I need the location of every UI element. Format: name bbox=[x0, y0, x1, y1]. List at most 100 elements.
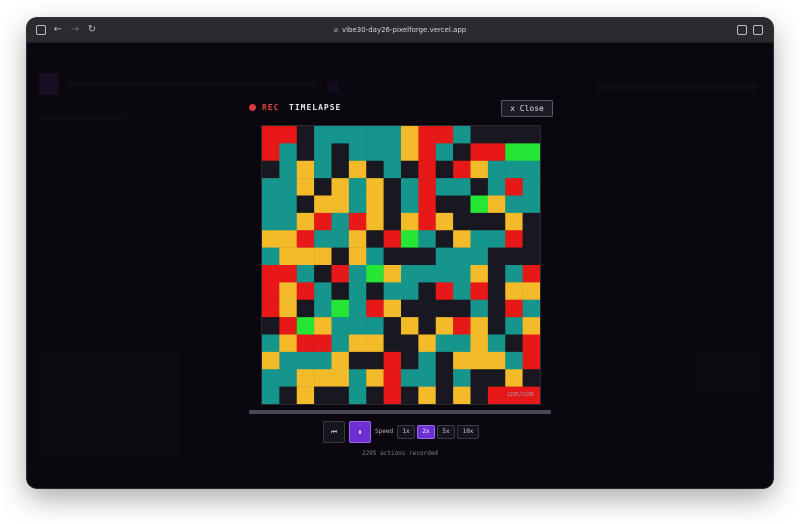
timelapse-progress-bar[interactable] bbox=[249, 410, 551, 414]
pixel-teal bbox=[453, 369, 471, 387]
browser-titlebar: ← → ↻ ⌀ vibe30-day26-pixelforge.vercel.ap… bbox=[27, 18, 773, 43]
pixel-red bbox=[435, 282, 454, 300]
pixel-teal bbox=[383, 160, 402, 179]
pixel-dark bbox=[383, 334, 402, 353]
pixel-dark bbox=[383, 247, 402, 266]
pixel-red bbox=[279, 317, 297, 335]
close-button[interactable]: x Close bbox=[501, 100, 553, 117]
pixel-dark bbox=[383, 317, 402, 335]
pixel-teal bbox=[348, 369, 367, 387]
pixel-red bbox=[279, 126, 297, 144]
pixel-red bbox=[505, 299, 523, 318]
pixel-red bbox=[418, 178, 436, 196]
pixel-dark bbox=[401, 351, 419, 370]
pixel-yellow bbox=[296, 369, 315, 387]
pixel-teal bbox=[453, 265, 471, 283]
pixel-red bbox=[383, 351, 402, 370]
pixel-yellow bbox=[279, 282, 297, 300]
pixel-yellow bbox=[522, 282, 540, 300]
pixel-red bbox=[505, 178, 523, 196]
pixel-yellow bbox=[331, 351, 350, 370]
pixel-yellow bbox=[366, 178, 384, 196]
speed-1x-button[interactable]: 1x bbox=[397, 425, 415, 439]
pixel-dark bbox=[296, 143, 315, 161]
pixel-yellow bbox=[348, 247, 367, 266]
reader-icon[interactable] bbox=[737, 25, 747, 35]
pixel-teal bbox=[314, 126, 332, 144]
pixel-teal bbox=[522, 299, 540, 318]
pixel-green bbox=[522, 143, 540, 161]
pixel-yellow bbox=[314, 247, 332, 266]
pixel-teal bbox=[505, 265, 523, 283]
pixel-teal bbox=[505, 160, 523, 179]
pixel-teal bbox=[401, 265, 419, 283]
timelapse-title: TIMELAPSE bbox=[289, 103, 342, 112]
pixel-dark bbox=[487, 212, 506, 231]
pixel-yellow bbox=[383, 265, 402, 283]
pixel-dark bbox=[522, 247, 540, 266]
pixel-teal bbox=[348, 178, 367, 196]
pixel-teal bbox=[262, 195, 280, 214]
pixel-red bbox=[470, 282, 489, 300]
pixel-dark bbox=[418, 282, 436, 300]
pixel-dark bbox=[453, 212, 471, 231]
pixel-teal bbox=[435, 265, 454, 283]
pixel-yellow bbox=[314, 317, 332, 335]
pixel-teal bbox=[505, 351, 523, 370]
pixel-teal bbox=[435, 178, 454, 196]
pixel-teal bbox=[522, 160, 540, 179]
pixel-teal bbox=[366, 247, 384, 266]
pixel-dark bbox=[418, 247, 436, 266]
speed-5x-button[interactable]: 5x bbox=[437, 425, 455, 439]
frame-counter: 2295/2295 bbox=[507, 392, 535, 398]
pixel-dark bbox=[487, 299, 506, 318]
tabs-icon[interactable] bbox=[753, 25, 763, 35]
pixel-teal bbox=[262, 178, 280, 196]
pixel-teal bbox=[418, 369, 436, 387]
pixel-red bbox=[383, 230, 402, 248]
pixel-dark bbox=[487, 317, 506, 335]
pixel-dark bbox=[453, 195, 471, 214]
pixel-dark bbox=[435, 160, 454, 179]
pixel-teal bbox=[262, 212, 280, 231]
url-text: vibe30-day26-pixelforge.vercel.app bbox=[341, 26, 467, 34]
pixel-red bbox=[418, 160, 436, 179]
pixel-teal bbox=[418, 230, 436, 248]
pixel-yellow bbox=[366, 195, 384, 214]
pixel-red bbox=[435, 126, 454, 144]
pixel-red bbox=[262, 299, 280, 318]
timelapse-canvas bbox=[261, 125, 541, 405]
speed-10x-button[interactable]: 10x bbox=[457, 425, 479, 439]
address-bar[interactable]: ⌀ vibe30-day26-pixelforge.vercel.app bbox=[27, 22, 773, 38]
pixel-teal bbox=[262, 334, 280, 353]
pixel-dark bbox=[505, 247, 523, 266]
pause-button[interactable]: ⏸ bbox=[349, 421, 371, 443]
pixel-dark bbox=[296, 195, 315, 214]
pixel-red bbox=[418, 126, 436, 144]
pixel-red bbox=[262, 143, 280, 161]
pixel-red bbox=[262, 126, 280, 144]
pixel-yellow bbox=[383, 299, 402, 318]
pixel-teal bbox=[366, 317, 384, 335]
pixel-teal bbox=[314, 160, 332, 179]
pixel-dark bbox=[331, 247, 350, 266]
pixel-dark bbox=[401, 334, 419, 353]
pixel-dark bbox=[366, 282, 384, 300]
pixel-teal bbox=[314, 230, 332, 248]
pixel-teal bbox=[314, 351, 332, 370]
pixel-teal bbox=[262, 247, 280, 266]
pixel-teal bbox=[348, 126, 367, 144]
pixel-teal bbox=[418, 351, 436, 370]
pixel-teal bbox=[348, 386, 367, 404]
record-dot-icon bbox=[249, 104, 256, 111]
pixel-yellow bbox=[487, 195, 506, 214]
pixel-teal bbox=[279, 143, 297, 161]
pixel-dark bbox=[331, 386, 350, 404]
restart-button[interactable]: ⏮ bbox=[323, 421, 345, 443]
speed-2x-button[interactable]: 2x bbox=[417, 425, 435, 439]
pixel-yellow bbox=[401, 143, 419, 161]
pixel-dark bbox=[470, 126, 489, 144]
pixel-red bbox=[418, 212, 436, 231]
pixel-yellow bbox=[401, 212, 419, 231]
pixel-dark bbox=[453, 299, 471, 318]
